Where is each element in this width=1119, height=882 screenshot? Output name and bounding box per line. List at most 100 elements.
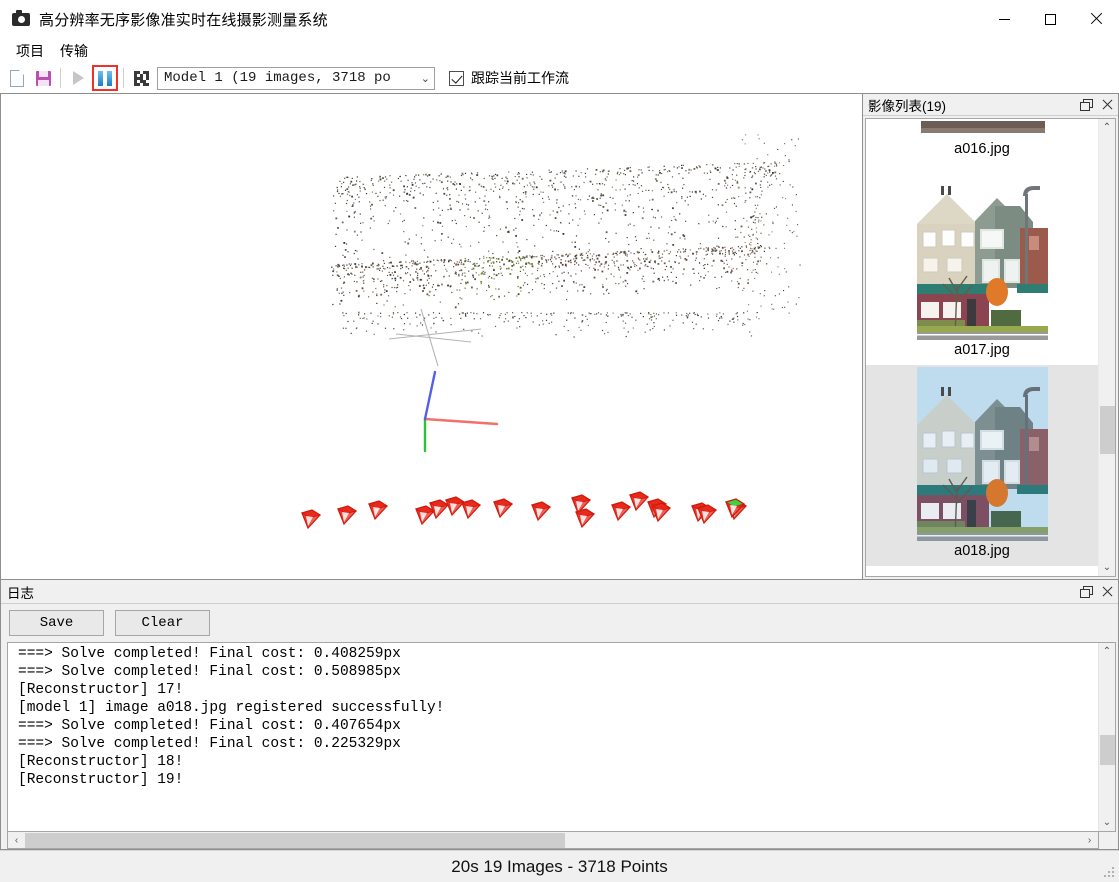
image-list-panel: 影像列表(19) a016.jpg a017.jpg a018.jpg ⌃ ⌄	[862, 93, 1119, 580]
status-text: 20s 19 Images - 3718 Points	[451, 856, 668, 876]
axis-z	[423, 370, 437, 421]
track-workflow-checkbox[interactable]: 跟踪当前工作流	[449, 68, 569, 88]
list-item[interactable]: a018.jpg	[866, 365, 1098, 566]
scroll-up-button[interactable]: ⌃	[1099, 119, 1116, 136]
point-cloud-points	[331, 134, 801, 338]
model-select[interactable]: Model 1 (19 images, 3718 po ⌄	[157, 66, 435, 90]
pause-button[interactable]	[92, 65, 118, 91]
new-project-button[interactable]	[5, 66, 29, 90]
image-list-header: 影像列表(19)	[863, 94, 1118, 116]
list-item[interactable]: a017.jpg	[866, 164, 1098, 365]
checkbox-icon	[449, 70, 464, 86]
scrollbar-thumb[interactable]	[1099, 735, 1115, 765]
camera-frustum[interactable]	[428, 499, 450, 520]
camera-frustums	[300, 491, 748, 530]
log-body: ===> Solve completed! Final cost: 0.4082…	[7, 642, 1116, 849]
image-list-close-button[interactable]	[1096, 96, 1118, 114]
image-list-scrollbar[interactable]: ⌃ ⌄	[1098, 119, 1115, 576]
log-toolbar: Save Clear	[1, 604, 1118, 642]
list-item-label: a016.jpg	[954, 141, 1010, 157]
minimize-button[interactable]	[981, 0, 1027, 38]
scroll-up-button[interactable]: ⌃	[1099, 643, 1116, 660]
list-item[interactable]: a016.jpg	[866, 119, 1098, 164]
camera-frustum[interactable]	[367, 500, 389, 521]
log-save-button[interactable]: Save	[9, 610, 104, 636]
image-list-restore-button[interactable]	[1074, 96, 1096, 114]
log-restore-button[interactable]	[1074, 583, 1096, 601]
close-icon	[1102, 586, 1113, 597]
image-list-title: 影像列表(19)	[868, 98, 947, 114]
close-icon	[1102, 99, 1113, 110]
close-icon	[1090, 13, 1102, 25]
camera-frustum[interactable]	[696, 504, 718, 525]
close-button[interactable]	[1073, 0, 1119, 38]
restore-icon	[1079, 99, 1093, 111]
camera-frustum[interactable]	[444, 496, 466, 517]
save-project-button[interactable]	[31, 66, 55, 90]
image-list-scroll-area[interactable]: a016.jpg a017.jpg a018.jpg	[866, 119, 1098, 576]
feature-matching-button[interactable]	[129, 66, 153, 90]
save-floppy-icon	[35, 70, 51, 86]
log-panel-title: 日志	[7, 585, 34, 601]
scrollbar-track[interactable]	[1098, 660, 1115, 814]
track-workflow-label: 跟踪当前工作流	[471, 70, 569, 86]
scroll-down-button[interactable]: ⌄	[1099, 814, 1116, 831]
scroll-right-button[interactable]: ›	[1081, 833, 1098, 848]
qr-code-icon	[133, 70, 149, 86]
pause-icon	[98, 70, 112, 86]
menu-bar: 项目 传输	[0, 38, 1119, 63]
scrollbar-thumb[interactable]	[25, 832, 565, 848]
maximize-icon	[1044, 13, 1056, 25]
chevron-down-icon: ⌄	[420, 72, 430, 85]
camera-frustum[interactable]	[628, 491, 650, 512]
camera-frustum[interactable]	[336, 505, 358, 526]
point-cloud-svg	[300, 134, 801, 530]
camera-icon	[12, 10, 30, 28]
window-title: 高分辨率无序影像准实时在线摄影测量系统	[39, 11, 328, 29]
play-icon	[72, 71, 84, 85]
log-vertical-scrollbar[interactable]: ⌃ ⌄	[1098, 643, 1115, 831]
status-bar: 20s 19 Images - 3718 Points	[0, 850, 1119, 882]
camera-frustum[interactable]	[460, 499, 482, 520]
3d-point-cloud-viewport[interactable]	[0, 93, 862, 580]
axis-x	[423, 417, 499, 426]
camera-frustum[interactable]	[300, 509, 322, 530]
camera-frustum[interactable]	[414, 505, 436, 526]
scrollbar-track[interactable]	[25, 832, 1081, 848]
axis-gizmo	[423, 370, 499, 453]
camera-frustum[interactable]	[574, 508, 596, 529]
toolbar-separator-1	[60, 68, 61, 88]
scroll-down-button[interactable]: ⌄	[1099, 559, 1116, 576]
log-clear-button[interactable]: Clear	[115, 610, 210, 636]
log-close-button[interactable]	[1096, 583, 1118, 601]
toolbar: Model 1 (19 images, 3718 po ⌄ 跟踪当前工作流	[0, 63, 1119, 93]
scrollbar-thumb[interactable]	[1099, 406, 1115, 454]
log-panel-header: 日志	[1, 580, 1118, 604]
title-bar: 高分辨率无序影像准实时在线摄影测量系统	[0, 0, 1119, 38]
start-button[interactable]	[66, 66, 90, 90]
camera-frustum[interactable]	[650, 502, 672, 523]
menu-item-project[interactable]: 项目	[8, 39, 52, 63]
scroll-left-button[interactable]: ‹	[8, 833, 25, 848]
thumbnail-image[interactable]	[916, 367, 1048, 541]
camera-frustum[interactable]	[610, 501, 632, 522]
thumbnail-image[interactable]	[916, 121, 1048, 139]
log-panel: 日志 Save Clear ===> Solve completed! Fina…	[0, 580, 1119, 850]
scrollbar-track[interactable]	[1098, 136, 1115, 559]
model-select-value: Model 1 (19 images, 3718 po	[164, 70, 391, 86]
toolbar-separator-2	[123, 68, 124, 88]
log-horizontal-scrollbar[interactable]: ‹ ›	[7, 832, 1099, 849]
thumbnail-image[interactable]	[916, 166, 1048, 340]
maximize-button[interactable]	[1027, 0, 1073, 38]
restore-icon	[1079, 586, 1093, 598]
log-text-container[interactable]: ===> Solve completed! Final cost: 0.4082…	[7, 642, 1116, 832]
new-document-icon	[10, 69, 24, 87]
log-output: ===> Solve completed! Final cost: 0.4082…	[18, 646, 445, 788]
main-content-area: 影像列表(19) a016.jpg a017.jpg a018.jpg ⌃ ⌄	[0, 93, 1119, 580]
camera-frustum[interactable]	[530, 501, 552, 522]
application-window: 高分辨率无序影像准实时在线摄影测量系统 项目 传输 Model 1 (19 im…	[0, 0, 1119, 882]
camera-frustum[interactable]	[492, 498, 514, 519]
resize-grip[interactable]	[1104, 867, 1116, 879]
menu-item-transfer[interactable]: 传输	[52, 39, 96, 63]
minimize-icon	[998, 18, 1010, 20]
